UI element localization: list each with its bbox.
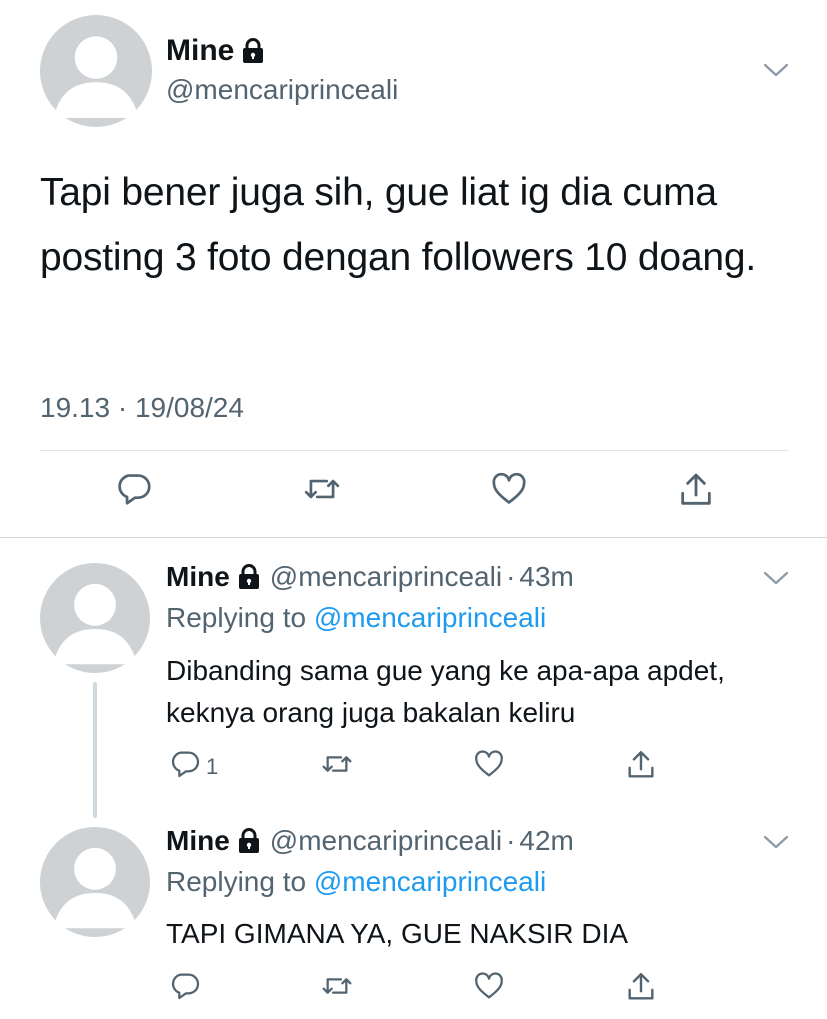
- separator-dot: ·: [506, 825, 516, 856]
- separator-dot: ·: [506, 561, 516, 592]
- reply-time[interactable]: 42m: [519, 823, 573, 859]
- reply-header: Mine @mencariprinceali · 43m: [166, 559, 574, 595]
- author-handle[interactable]: @mencariprinceali: [166, 72, 398, 108]
- reply-time[interactable]: 43m: [519, 559, 573, 595]
- chevron-down-icon[interactable]: [763, 832, 789, 852]
- divider: [0, 537, 827, 538]
- mention-link[interactable]: @mencariprinceali: [314, 866, 546, 897]
- tweet-actions: [40, 470, 788, 518]
- author-name-text: Mine: [166, 34, 235, 67]
- author-name[interactable]: Mine: [166, 32, 264, 70]
- reply-icon[interactable]: [170, 748, 202, 780]
- avatar[interactable]: [40, 827, 150, 937]
- chevron-down-icon[interactable]: [763, 568, 789, 588]
- author-handle[interactable]: @mencariprinceali: [270, 823, 502, 859]
- lock-icon: [243, 38, 264, 63]
- replying-to-label: Replying to: [166, 866, 307, 897]
- reply-actions: [166, 970, 666, 1010]
- retweet-icon[interactable]: [320, 748, 354, 780]
- thread-line: [93, 682, 97, 818]
- default-avatar-icon: [53, 36, 139, 119]
- share-icon[interactable]: [624, 748, 658, 782]
- reply-icon[interactable]: [170, 970, 202, 1002]
- replying-to: Replying to @mencariprinceali: [166, 600, 546, 636]
- like-icon[interactable]: [472, 748, 506, 780]
- default-avatar-icon: [53, 847, 137, 929]
- retweet-icon[interactable]: [320, 970, 354, 1002]
- share-icon[interactable]: [676, 470, 716, 510]
- avatar[interactable]: [40, 15, 152, 127]
- tweet-text: Tapi bener juga sih, gue liat ig dia cum…: [40, 171, 757, 279]
- reply-text: TAPI GIMANA YA, GUE NAKSIR DIA: [166, 918, 629, 949]
- author-name[interactable]: Mine: [166, 823, 230, 859]
- share-icon[interactable]: [624, 970, 658, 1004]
- reply-text: Dibanding sama gue yang ke apa-apa apdet…: [166, 655, 725, 728]
- author-name[interactable]: Mine: [166, 559, 230, 595]
- reply-header: Mine @mencariprinceali · 42m: [166, 823, 574, 859]
- reply-icon[interactable]: [116, 470, 154, 508]
- retweet-icon[interactable]: [302, 470, 342, 508]
- lock-icon: [238, 828, 259, 853]
- like-icon[interactable]: [472, 970, 506, 1002]
- default-avatar-icon: [53, 583, 137, 665]
- reply-count: 1: [206, 754, 219, 779]
- lock-icon: [238, 564, 259, 589]
- replying-to: Replying to @mencariprinceali: [166, 864, 546, 900]
- like-icon[interactable]: [489, 470, 529, 508]
- mention-link[interactable]: @mencariprinceali: [314, 602, 546, 633]
- divider: [40, 450, 788, 451]
- replying-to-label: Replying to: [166, 602, 307, 633]
- avatar[interactable]: [40, 563, 150, 673]
- author-handle[interactable]: @mencariprinceali: [270, 559, 502, 595]
- reply-actions: 1: [166, 748, 666, 788]
- tweet-timestamp[interactable]: 19.13 · 19/08/24: [40, 390, 244, 426]
- chevron-down-icon[interactable]: [763, 60, 789, 80]
